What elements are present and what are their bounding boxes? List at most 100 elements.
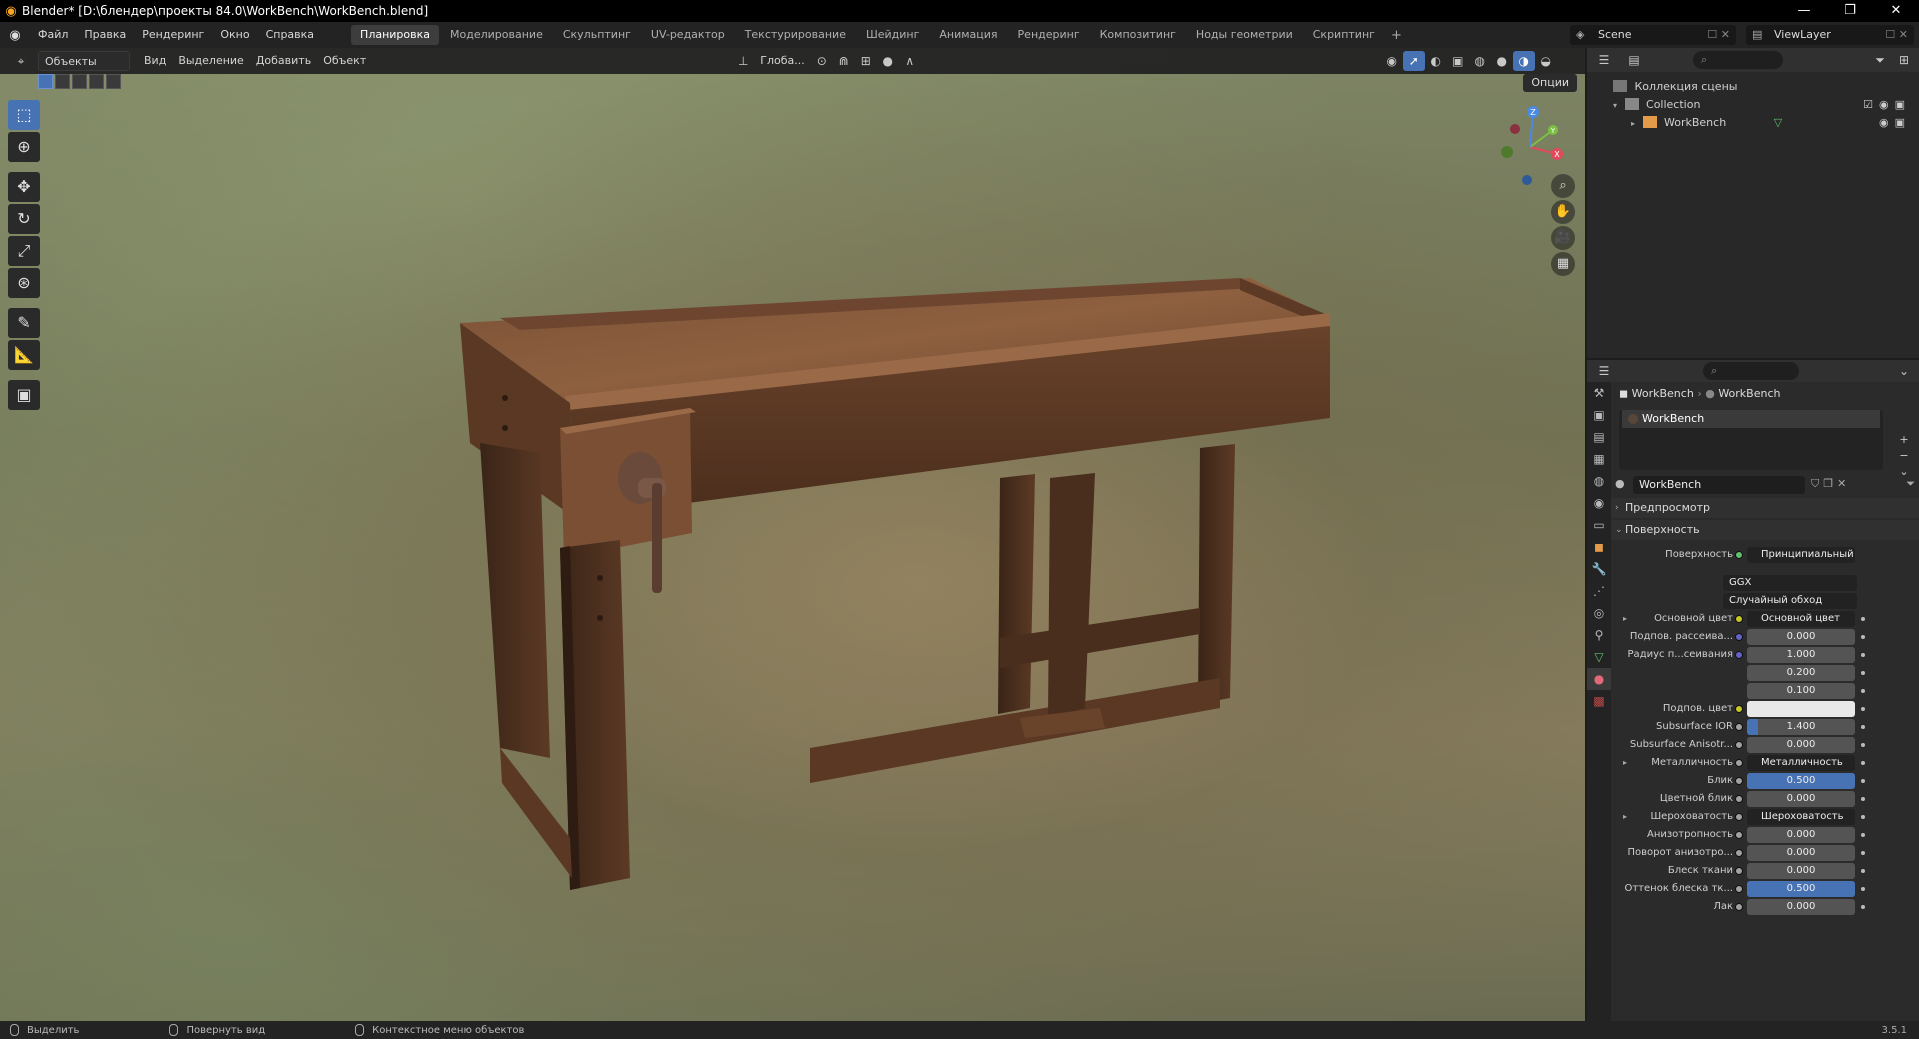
value-slider[interactable]: 1.400	[1747, 719, 1855, 735]
menu-add[interactable]: Добавить	[250, 51, 317, 71]
workbench-model[interactable]	[460, 278, 1380, 898]
xray-icon[interactable]: ▣	[1447, 51, 1469, 71]
input-socket-icon[interactable]	[1735, 885, 1743, 893]
zoom-icon[interactable]: ⌕	[1551, 174, 1575, 198]
tab-layout[interactable]: Планировка	[351, 25, 440, 45]
value-slider[interactable]: 0.000	[1747, 827, 1855, 843]
tab-sculpting[interactable]: Скульптинг	[554, 25, 640, 45]
value-slider[interactable]: 0.000	[1747, 899, 1855, 915]
distribution-select[interactable]: GGX	[1723, 575, 1857, 591]
keyframe-dot-icon[interactable]	[1861, 887, 1865, 891]
input-socket-icon[interactable]	[1735, 813, 1743, 821]
input-socket-icon[interactable]	[1735, 615, 1743, 623]
mesh-data-icon[interactable]: ▽	[1774, 116, 1782, 129]
tab-animation[interactable]: Анимация	[930, 25, 1006, 45]
input-socket-icon[interactable]	[1735, 741, 1743, 749]
input-socket-icon[interactable]	[1735, 651, 1743, 659]
pan-hand-icon[interactable]: ✋	[1551, 200, 1575, 224]
tool-tab-icon[interactable]: ⚒	[1587, 382, 1611, 404]
collection-row[interactable]: ▾ Collection ☑◉▣	[1587, 96, 1919, 114]
render-tab-icon[interactable]: ▣	[1587, 404, 1611, 426]
physics-tab-icon[interactable]: ◎	[1587, 602, 1611, 624]
add-slot-button[interactable]: +	[1895, 432, 1913, 448]
transform-orientation-select[interactable]: Глоба...	[754, 51, 810, 71]
options-button[interactable]: Опции	[1523, 74, 1577, 92]
scene-selector[interactable]: ◈ Scene ☐ ✕	[1570, 25, 1736, 45]
maximize-button[interactable]: ❐	[1827, 0, 1873, 22]
input-socket-icon[interactable]	[1735, 831, 1743, 839]
tab-shading[interactable]: Шейдинг	[857, 25, 928, 45]
color-swatch[interactable]	[1747, 701, 1855, 717]
expand-link-icon[interactable]: ▸	[1623, 808, 1627, 826]
input-socket-icon[interactable]	[1735, 903, 1743, 911]
linked-input-field[interactable]: Шероховатость	[1747, 809, 1855, 825]
properties-search-input[interactable]: ⌕	[1703, 362, 1799, 380]
properties-options-icon[interactable]: ⌄	[1893, 361, 1915, 381]
output-tab-icon[interactable]: ▤	[1587, 426, 1611, 448]
value-slider[interactable]: 0.000	[1747, 845, 1855, 861]
surface-shader-select[interactable]: Принципиальный BSDF	[1747, 547, 1855, 563]
linked-input-field[interactable]: Основной цвет	[1747, 611, 1855, 627]
rotate-tool-icon[interactable]: ↻	[8, 204, 40, 234]
view-layer-selector[interactable]: ▤ ViewLayer ☐ ✕	[1746, 25, 1914, 45]
input-socket-icon[interactable]	[1735, 777, 1743, 785]
scene-tab-icon[interactable]: ◍	[1587, 470, 1611, 492]
tab-modeling[interactable]: Моделирование	[441, 25, 552, 45]
scene-actions-icon[interactable]: ☐ ✕	[1707, 25, 1730, 45]
input-socket-icon[interactable]	[1735, 849, 1743, 857]
object-visibility-icons[interactable]: ◉▣	[1879, 114, 1911, 132]
value-slider[interactable]: 0.000	[1747, 791, 1855, 807]
overlay-toggle-icon[interactable]: ◐	[1425, 51, 1447, 71]
select-extend-icon[interactable]	[55, 74, 70, 89]
breadcrumb-material[interactable]: WorkBench	[1718, 387, 1780, 400]
select-subtract-icon[interactable]	[72, 74, 87, 89]
input-socket-icon[interactable]	[1735, 633, 1743, 641]
gizmo-toggle-icon[interactable]: ➚	[1402, 51, 1425, 71]
falloff-icon[interactable]: ∧	[899, 51, 921, 71]
material-browse-icon[interactable]: ●	[1615, 477, 1625, 490]
cursor-tool-icon[interactable]: ⊕	[8, 132, 40, 162]
proportional-edit-icon[interactable]: ●	[877, 51, 899, 71]
perspective-grid-icon[interactable]: ▦	[1551, 252, 1575, 276]
material-tab-icon[interactable]: ●	[1587, 668, 1611, 690]
shading-solid-icon[interactable]: ●	[1491, 51, 1513, 71]
world-tab-icon[interactable]: ◉	[1587, 492, 1611, 514]
surface-panel-header[interactable]: ⌄ Поверхность	[1611, 520, 1919, 540]
properties-editor[interactable]: ☰ ⌕ ⌄ ⚒ ▣ ▤ ▦ ◍ ◉ ▭ ◼ 🔧 ⋰ ◎ ⚲ ▽ ● ▩ ◼ Wo…	[1587, 360, 1919, 1021]
preview-panel-header[interactable]: › Предпросмотр	[1611, 498, 1919, 518]
scene-collection-row[interactable]: Коллекция сцены	[1587, 78, 1919, 96]
input-socket-icon[interactable]	[1735, 723, 1743, 731]
keyframe-dot-icon[interactable]	[1861, 851, 1865, 855]
keyframe-dot-icon[interactable]	[1861, 797, 1865, 801]
tab-rendering[interactable]: Рендеринг	[1009, 25, 1089, 45]
transform-tool-icon[interactable]: ⊛	[8, 268, 40, 298]
shading-wireframe-icon[interactable]: ◍	[1469, 51, 1491, 71]
keyframe-dot-icon[interactable]	[1861, 761, 1865, 765]
collection-tab-icon[interactable]: ▭	[1587, 514, 1611, 536]
snap-target-icon[interactable]: ⊞	[855, 51, 877, 71]
add-workspace-button[interactable]: +	[1385, 28, 1408, 43]
workbench-object-row[interactable]: ▸ WorkBench ▽ ◉▣	[1587, 114, 1919, 132]
material-link-icon[interactable]: ⏷	[1906, 477, 1915, 491]
menu-view[interactable]: Вид	[138, 51, 172, 71]
menu-window[interactable]: Окно	[212, 22, 257, 48]
pivot-point-icon[interactable]: ⊙	[811, 51, 833, 71]
keyframe-dot-icon[interactable]	[1861, 707, 1865, 711]
menu-select[interactable]: Выделение	[172, 51, 250, 71]
gizmo-neg-y[interactable]	[1501, 146, 1513, 158]
linked-input-field[interactable]: Металличность	[1747, 755, 1855, 771]
collection-visibility-icons[interactable]: ☑◉▣	[1863, 96, 1911, 114]
modifier-tab-icon[interactable]: 🔧	[1587, 558, 1611, 580]
blender-menu-icon[interactable]: ◉	[0, 28, 30, 43]
move-tool-icon[interactable]: ✥	[8, 172, 40, 202]
gizmo-neg-z[interactable]	[1522, 175, 1532, 185]
editor-type-icon[interactable]: ⌖	[10, 51, 32, 71]
tab-texture-paint[interactable]: Текстурирование	[736, 25, 855, 45]
keyframe-dot-icon[interactable]	[1861, 905, 1865, 909]
keyframe-dot-icon[interactable]	[1861, 617, 1865, 621]
close-button[interactable]: ✕	[1873, 0, 1919, 22]
snap-icon[interactable]: ⋒	[833, 51, 855, 71]
camera-view-icon[interactable]: 🎥	[1551, 226, 1575, 250]
keyframe-dot-icon[interactable]	[1861, 635, 1865, 639]
object-data-tab-icon[interactable]: ▽	[1587, 646, 1611, 668]
